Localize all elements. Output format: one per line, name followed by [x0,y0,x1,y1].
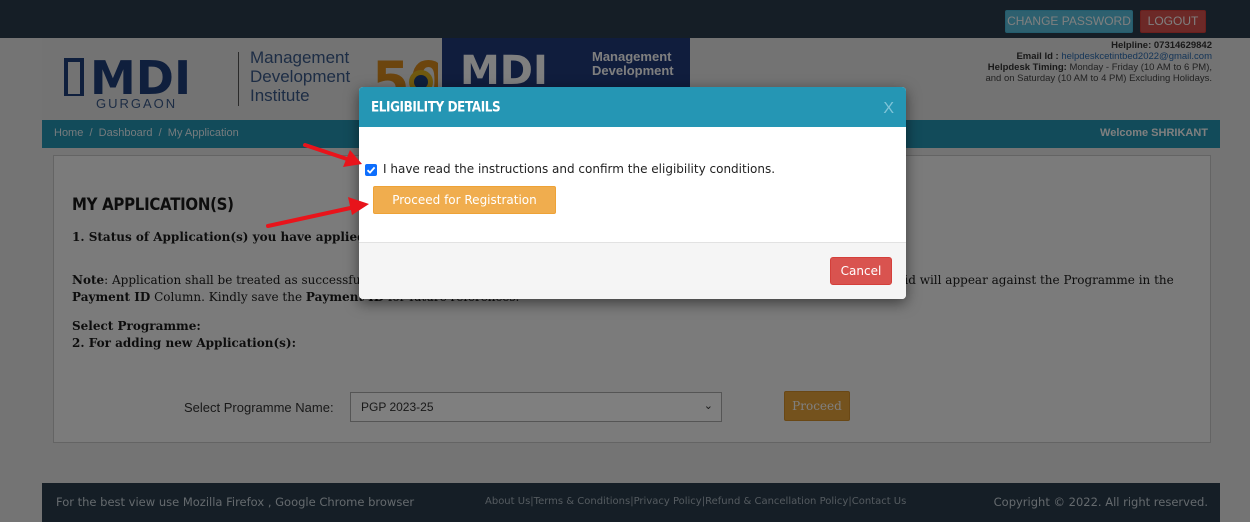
eligibility-checkbox[interactable] [365,164,377,176]
modal-body: I have read the instructions and confirm… [359,127,906,242]
close-icon[interactable]: X [883,100,894,118]
modal-title: ELIGIBILITY DETAILS [371,99,501,116]
eligibility-modal: ELIGIBILITY DETAILS X I have read the in… [359,87,906,299]
cancel-button[interactable]: Cancel [830,257,892,285]
proceed-for-registration-button[interactable]: Proceed for Registration [373,186,556,214]
modal-footer: Cancel [359,242,906,299]
checkmark-icon [366,166,376,174]
modal-header: ELIGIBILITY DETAILS X [359,87,906,127]
eligibility-checkbox-label[interactable]: I have read the instructions and confirm… [383,162,775,176]
